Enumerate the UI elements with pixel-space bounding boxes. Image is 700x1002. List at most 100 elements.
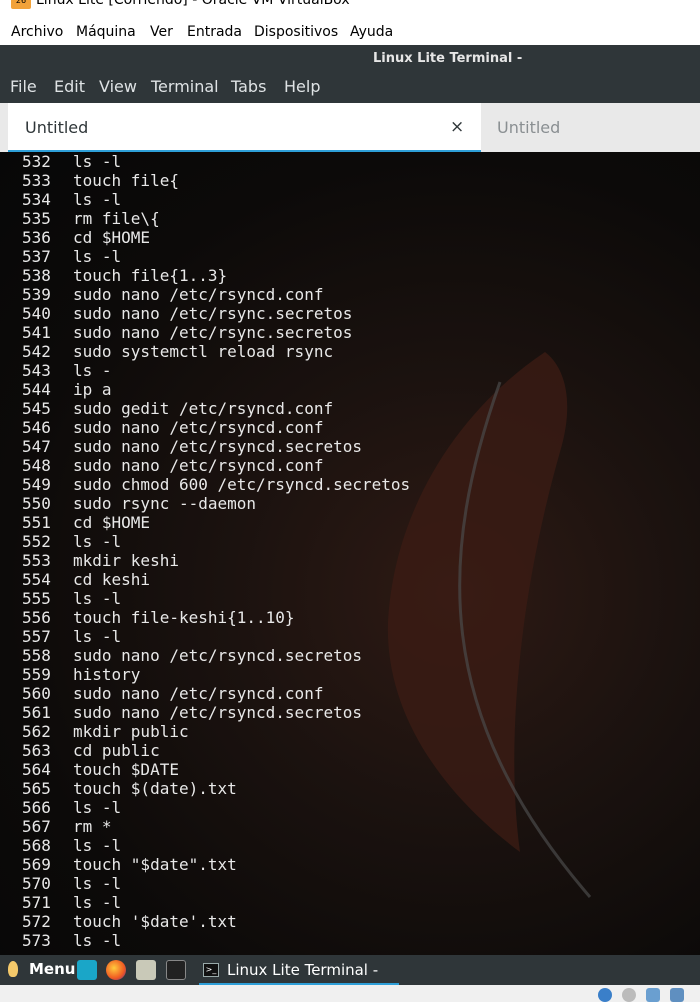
history-line-number: 532 [22,152,51,171]
command-history-list: 532 ls -l 533 touch file{534 ls -l 535 rm file… [22,152,410,950]
vbox-menu-ayuda[interactable]: Ayuda [350,24,393,40]
history-command: touch '$date'.txt [73,912,237,931]
history-command: touch "$date".txt [73,855,237,874]
terminal-titlebar[interactable]: Linux Lite Terminal - [0,45,700,71]
terminal-menu-terminal[interactable]: Terminal [151,77,219,96]
history-line: 536 cd $HOME [22,228,410,247]
history-line-number: 564 [22,760,51,779]
history-command: ip a [73,380,112,399]
history-command: touch file{ [73,171,179,190]
history-line-number: 538 [22,266,51,285]
firefox-icon[interactable] [106,960,126,980]
terminal-menu-view[interactable]: View [99,77,137,96]
virtualbox-titlebar: 26 Linux Lite [Corriendo] - Oracle VM Vi… [0,0,700,10]
taskbar-task-terminal[interactable]: >_ Linux Lite Terminal - [199,955,399,985]
history-line: 544 ip a [22,380,410,399]
history-line: 568 ls -l [22,836,410,855]
history-line: 545 sudo gedit /etc/rsyncd.conf [22,399,410,418]
vbox-menu-entrada[interactable]: Entrada [187,24,242,40]
history-command: sudo nano /etc/rsyncd.conf [73,456,324,475]
history-command: ls -l [73,627,122,646]
history-line-number: 551 [22,513,51,532]
history-command: ls -l [73,798,122,817]
history-command: touch $(date).txt [73,779,237,798]
vbox-menu-archivo[interactable]: Archivo [11,24,63,40]
history-command: sudo nano /etc/rsyncd.secretos [73,437,362,456]
vbox-menu-dispositivos[interactable]: Dispositivos [254,24,338,40]
history-line-number: 571 [22,893,51,912]
tab-untitled-inactive[interactable]: Untitled [481,103,700,150]
history-line: 571 ls -l [22,893,410,912]
history-line-number: 562 [22,722,51,741]
history-line-number: 556 [22,608,51,627]
history-line-number: 554 [22,570,51,589]
virtualbox-status-bar [0,985,700,1002]
history-line-number: 533 [22,171,51,190]
history-line: 540 sudo nano /etc/rsync.secretos [22,304,410,323]
history-line: 543 ls - [22,361,410,380]
terminal-output[interactable]: 532 ls -l 533 touch file{534 ls -l 535 rm file… [0,152,700,955]
history-command: sudo nano /etc/rsync.secretos [73,323,353,342]
vbox-menu-ver[interactable]: Ver [150,24,173,40]
history-line-number: 544 [22,380,51,399]
tab-untitled-active[interactable]: Untitled × [8,103,481,152]
history-line: 561 sudo nano /etc/rsyncd.secretos [22,703,410,722]
linux-lite-logo-icon [8,961,18,977]
history-command: ls -l [73,247,122,266]
history-line: 535 rm file\{ [22,209,410,228]
history-line-number: 537 [22,247,51,266]
history-line: 533 touch file{ [22,171,410,190]
virtualbox-menubar: Archivo Máquina Ver Entrada Dispositivos… [0,10,700,45]
usb-icon[interactable] [670,988,684,1002]
history-command: cd keshi [73,570,151,589]
history-line: 563 cd public [22,741,410,760]
history-line-number: 553 [22,551,51,570]
history-line-number: 566 [22,798,51,817]
history-line: 562 mkdir public [22,722,410,741]
history-line: 553 mkdir keshi [22,551,410,570]
history-line-number: 569 [22,855,51,874]
history-line: 559 history [22,665,410,684]
terminal-menu-edit[interactable]: Edit [54,77,85,96]
history-command: touch $DATE [73,760,179,779]
history-line: 573 ls -l [22,931,410,950]
history-command: ls -l [73,893,122,912]
optical-drive-icon[interactable] [622,988,636,1002]
history-line-number: 546 [22,418,51,437]
vbox-menu-maquina[interactable]: Máquina [76,24,136,40]
history-command: sudo rsync --daemon [73,494,257,513]
history-command: ls -l [73,874,122,893]
history-command: sudo nano /etc/rsyncd.secretos [73,646,362,665]
terminal-menu-file[interactable]: File [10,77,37,96]
terminal-tab-bar: Untitled × Untitled [0,103,700,152]
history-line: 541 sudo nano /etc/rsync.secretos [22,323,410,342]
history-command: cd $HOME [73,228,151,247]
history-line: 558 sudo nano /etc/rsyncd.secretos [22,646,410,665]
history-command: sudo nano /etc/rsyncd.secretos [73,703,362,722]
history-line: 560 sudo nano /etc/rsyncd.conf [22,684,410,703]
history-command: touch file{1..3} [73,266,228,285]
history-line: 566 ls -l [22,798,410,817]
history-line-number: 570 [22,874,51,893]
terminal-menu-help[interactable]: Help [284,77,320,96]
network-icon[interactable] [646,988,660,1002]
history-line-number: 534 [22,190,51,209]
history-line: 555 ls -l [22,589,410,608]
history-command: ls -l [73,532,122,551]
terminal-menu-tabs[interactable]: Tabs [231,77,266,96]
history-command: ls -l [73,190,122,209]
history-command: cd public [73,741,160,760]
package-icon[interactable] [136,960,156,980]
history-command: cd $HOME [73,513,151,532]
history-line: 550 sudo rsync --daemon [22,494,410,513]
terminal-icon[interactable] [166,960,186,980]
history-line: 572 touch '$date'.txt [22,912,410,931]
close-icon[interactable]: × [450,117,464,137]
history-line-number: 567 [22,817,51,836]
history-line: 557 ls -l [22,627,410,646]
files-icon[interactable] [77,960,97,980]
disk-icon[interactable] [598,988,612,1002]
history-command: sudo chmod 600 /etc/rsyncd.secretos [73,475,411,494]
history-line: 547 sudo nano /etc/rsyncd.secretos [22,437,410,456]
taskbar: Menu >_ Linux Lite Terminal - [0,955,700,985]
